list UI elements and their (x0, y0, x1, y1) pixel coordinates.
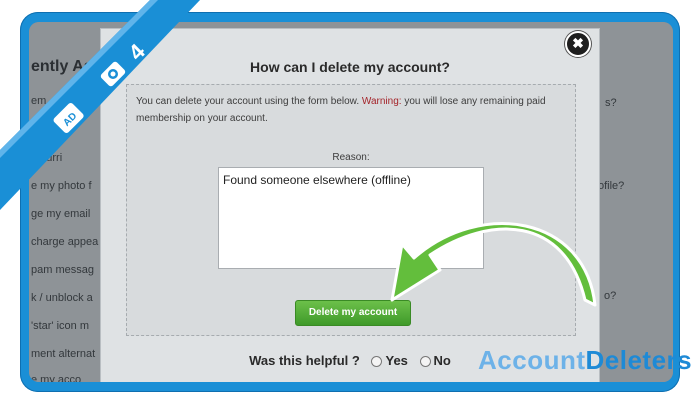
brand-part-2: Deleters (585, 345, 693, 375)
brand-logo: AccountDeleters (478, 345, 692, 376)
brand-part-1: Account (478, 345, 586, 375)
step-banner: AD 4 (0, 0, 200, 210)
